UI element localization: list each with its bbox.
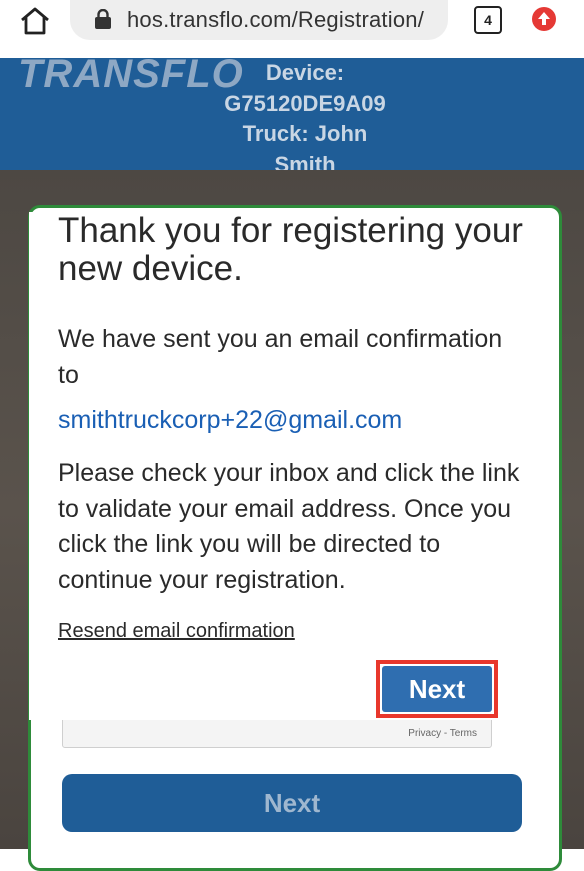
tabs-icon[interactable]: 4: [474, 6, 502, 34]
modal-instructions: Please check your inbox and click the li…: [58, 459, 520, 594]
address-bar[interactable]: hos.transflo.com/Registration/: [70, 0, 448, 40]
app-header: TRANSFLO Device: G75120DE9A09 Truck: Joh…: [0, 52, 584, 177]
confirmation-modal: Thank you for registering your new devic…: [29, 212, 556, 720]
modal-title: Thank you for registering your new devic…: [58, 211, 523, 288]
url-text: hos.transflo.com/Registration/: [127, 7, 425, 32]
captcha-links[interactable]: Privacy - Terms: [408, 728, 477, 739]
background-next-button[interactable]: Next: [62, 774, 522, 832]
next-button[interactable]: Next: [382, 666, 492, 712]
upload-icon[interactable]: [531, 6, 557, 32]
resend-email-link[interactable]: Resend email confirmation: [58, 620, 295, 643]
device-label: Device:: [265, 60, 345, 85]
browser-toolbar: hos.transflo.com/Registration/ 4: [0, 0, 584, 58]
home-icon[interactable]: [18, 6, 52, 36]
truck-label: Truck: John: [242, 121, 368, 146]
confirmation-email: smithtruckcorp+22@gmail.com: [58, 406, 403, 434]
device-id: G75120DE9A09: [224, 90, 386, 116]
lock-icon: [95, 9, 111, 29]
device-info: Device: G75120DE9A09 Truck: John Smith: [210, 58, 400, 180]
modal-sent-text: We have sent you an email confirmation t…: [58, 325, 503, 389]
